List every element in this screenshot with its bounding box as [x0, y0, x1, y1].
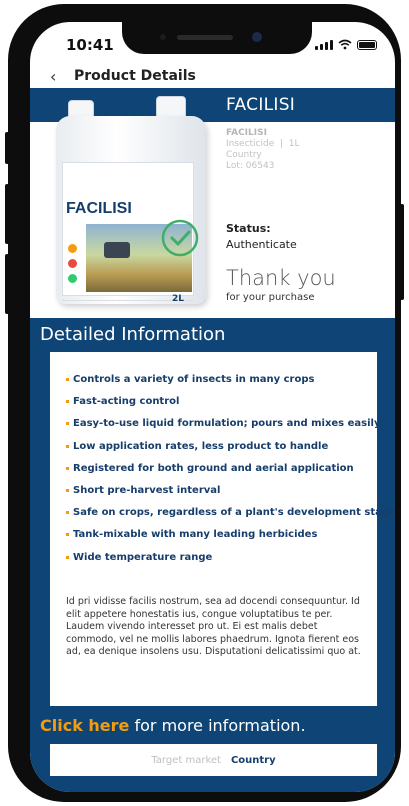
phone-frame: 10:41 ‹ Product Details FACILISI FACILIS…	[5, 4, 404, 802]
feature-item: Controls a variety of insects in many cr…	[66, 374, 395, 396]
status-value: Authenticate	[226, 238, 297, 251]
back-chevron-icon[interactable]: ‹	[50, 67, 70, 86]
wifi-icon	[338, 39, 352, 50]
notch	[122, 22, 312, 54]
thank-you-subline: for your purchase	[226, 292, 315, 303]
target-market-label: Target market	[151, 754, 221, 766]
cta-text: for more information.	[129, 716, 306, 735]
product-description: Id pri vidisse facilis nostrum, sea ad d…	[66, 596, 361, 658]
product-info: FACILISI Insecticide | 1L Country Lot: 0…	[226, 128, 386, 172]
power-button	[400, 204, 404, 300]
product-image: FACILISI 2L	[44, 94, 210, 306]
screen: 10:41 ‹ Product Details FACILISI FACILIS…	[30, 22, 395, 792]
product-name: FACILISI	[226, 128, 267, 138]
feature-item: Easy-to-use liquid formulation; pours an…	[66, 418, 395, 440]
signal-icon	[315, 39, 333, 50]
label-brand: FACILISI	[66, 200, 132, 217]
verified-check-icon	[161, 219, 199, 257]
status-icons	[315, 39, 377, 50]
label-icons	[68, 244, 77, 283]
nav-bar: ‹ Product Details	[30, 64, 395, 88]
target-market-bar: Target market Country	[50, 744, 377, 776]
click-here-link[interactable]: Click here	[40, 716, 129, 735]
feature-item: Low application rates, less product to h…	[66, 441, 395, 463]
target-market-value: Country	[230, 754, 276, 766]
details-card: Controls a variety of insects in many cr…	[50, 352, 395, 706]
product-type: Insecticide | 1L	[226, 139, 300, 149]
side-button	[5, 132, 9, 164]
more-info-cta: Click here for more information.	[40, 716, 306, 735]
feature-item: Registered for both ground and aerial ap…	[66, 463, 395, 485]
product-country: Country	[226, 150, 262, 160]
volume-down-button	[5, 254, 9, 314]
feature-item: Fast-acting control	[66, 396, 395, 418]
details-title: Detailed Information	[40, 324, 226, 345]
feature-item: Safe on crops, regardless of a plant's d…	[66, 507, 395, 529]
volume-up-button	[5, 184, 9, 244]
status-label: Status:	[226, 222, 271, 235]
battery-icon	[357, 39, 377, 50]
page-title: Product Details	[74, 68, 196, 84]
feature-item: Wide temperature range	[66, 552, 395, 574]
product-title: FACILISI	[226, 95, 296, 115]
feature-list: Controls a variety of insects in many cr…	[66, 374, 395, 574]
product-lot: Lot: 06543	[226, 161, 275, 171]
feature-item: Tank-mixable with many leading herbicide…	[66, 529, 395, 551]
label-size: 2L	[172, 294, 184, 304]
feature-item: Short pre-harvest interval	[66, 485, 395, 507]
status-time: 10:41	[66, 36, 114, 54]
thank-you-headline: Thank you	[226, 266, 336, 290]
